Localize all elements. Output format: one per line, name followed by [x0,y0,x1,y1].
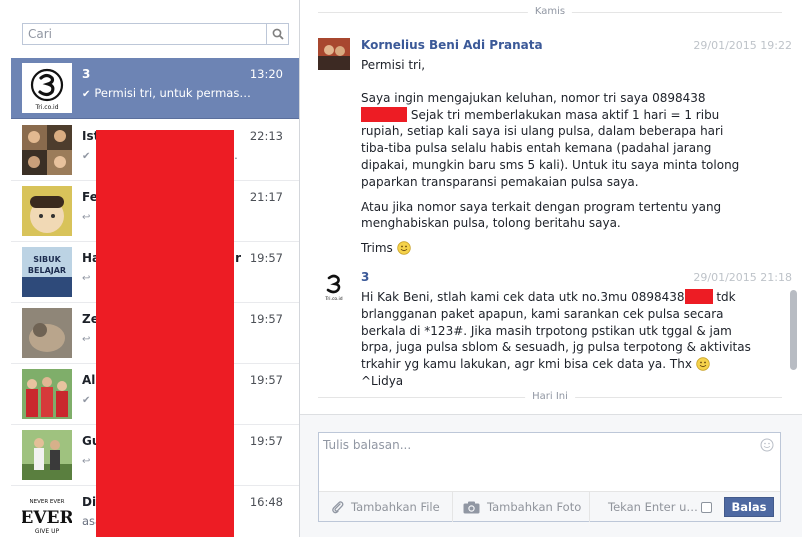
message-text: Atau jika nomor saya terkait dengan prog… [361,199,722,231]
redaction [684,289,713,304]
paperclip-icon [332,501,344,514]
tri-logo-icon: Tri.co.id [22,63,72,113]
check-icon: ✔ [82,395,91,406]
reply-icon: ↩ [82,273,91,284]
search-input[interactable] [23,24,266,44]
smiley-icon [696,357,710,371]
date-separator: Hari Ini [318,391,782,405]
tri-logo-icon: Tri.co.id [318,270,350,302]
messages-app: Tri.co.id 3 13:20 ✔Permisi tri, untuk pe… [0,0,802,537]
avatar [318,38,350,70]
conversation-list-panel: Tri.co.id 3 13:20 ✔Permisi tri, untuk pe… [0,0,300,537]
avatar [22,369,72,419]
add-file-label: Tambahkan File [351,500,440,514]
reply-icon: ↩ [82,456,91,467]
svg-text:EVER: EVER [22,508,72,528]
avatar-photo-collage [22,125,72,175]
avatar-photo [318,38,350,70]
smiley-icon [396,241,411,255]
never-ever-give-up-logo: NEVER EVER EVER GIVE UP [22,491,72,537]
svg-text:BELAJAR: BELAJAR [28,266,66,275]
conversation-preview-text: Permisi tri, untuk permas… [94,86,251,100]
reply-icon: ↩ [82,334,91,345]
avatar-photo: SIBUK BELAJAR [22,247,72,297]
avatar: Tri.co.id [22,63,72,113]
message-time: 29/01/2015 19:22 [693,39,792,52]
camera-icon [463,501,480,513]
check-icon: ✔ [82,151,91,162]
avatar: NEVER EVER EVER GIVE UP [22,491,72,537]
add-photo-label: Tambahkan Foto [487,500,582,514]
svg-text:NEVER EVER: NEVER EVER [30,499,65,505]
conversation-time: 13:20 [249,67,283,81]
avatar-photo [22,308,72,358]
message-body: Hi Kak Beni, stlah kami cek data utk no.… [361,289,751,390]
redaction [361,106,407,122]
conversation-time: 21:17 [249,190,283,204]
search-box [22,23,289,45]
conversation-time: 22:13 [249,129,283,143]
send-button[interactable]: Balas [724,497,774,517]
avatar: SIBUK BELAJAR [22,247,72,297]
conversation-item[interactable]: Tri.co.id 3 13:20 ✔ Permisi tri, untuk pe… [11,58,299,119]
conversation-preview: ✔ Permisi tri, untuk permas… [82,86,282,100]
composer-toolbar: Tambahkan File Tambahkan Foto Tekan Ente… [319,491,780,522]
message-text: Hi Kak Beni, stlah kami cek data utk no.… [361,289,751,388]
conversation-time: 16:48 [249,495,283,509]
add-file-button[interactable]: Tambahkan File [319,492,453,522]
date-separator-label: Kamis [527,6,573,17]
message-time: 29/01/2015 21:18 [693,271,792,284]
avatar [22,125,72,175]
svg-text:GIVE UP: GIVE UP [35,528,60,535]
avatar-photo [22,369,72,419]
svg-text:Tri.co.id: Tri.co.id [34,104,58,111]
svg-text:Tri.co.id: Tri.co.id [324,296,342,302]
redaction-bar [96,130,234,537]
sender-name[interactable]: Kornelius Beni Adi Pranata [361,38,543,52]
avatar-photo [22,186,72,236]
press-enter-label: Tekan Enter u… [608,500,698,514]
message-text: Permisi tri, [361,58,426,72]
sender-name[interactable]: 3 [361,270,369,284]
reply-input[interactable] [319,433,754,491]
date-separator-label: Hari Ini [525,391,575,402]
message: Kornelius Beni Adi Pranata 29/01/2015 19… [318,38,792,258]
svg-text:SIBUK: SIBUK [33,255,61,264]
avatar [22,308,72,358]
add-photo-button[interactable]: Tambahkan Foto [453,492,590,522]
message: Tri.co.id 3 29/01/2015 21:18 Hi Kak Beni… [318,270,792,388]
conversation-time: 19:57 [249,312,283,326]
conversation-time: 19:57 [249,373,283,387]
thread-scrollbar[interactable] [790,290,797,370]
conversation-time: 19:57 [249,251,283,265]
conversation-time: 19:57 [249,434,283,448]
reply-icon: ↩ [82,212,91,223]
avatar [22,430,72,480]
search-button[interactable] [266,24,288,44]
avatar [22,186,72,236]
message-text: Saya ingin mengajukan keluhan, nomor tri… [361,90,740,189]
avatar: Tri.co.id [318,270,350,302]
check-icon: ✔ [82,89,91,100]
thread-panel: Kamis Kornelius Beni Adi Pranata 29/01/2… [300,0,802,537]
smiley-icon[interactable] [760,438,774,452]
avatar-photo [22,430,72,480]
message-text: Trims [361,240,751,257]
message-body: Permisi tri, Saya ingin mengajukan keluh… [361,57,751,257]
reply-composer: Tambahkan File Tambahkan Foto Tekan Ente… [318,432,781,522]
press-enter-checkbox[interactable] [701,502,712,513]
date-separator: Kamis [318,6,782,20]
search-icon [272,28,284,40]
conversation-name: 3 [82,67,91,81]
